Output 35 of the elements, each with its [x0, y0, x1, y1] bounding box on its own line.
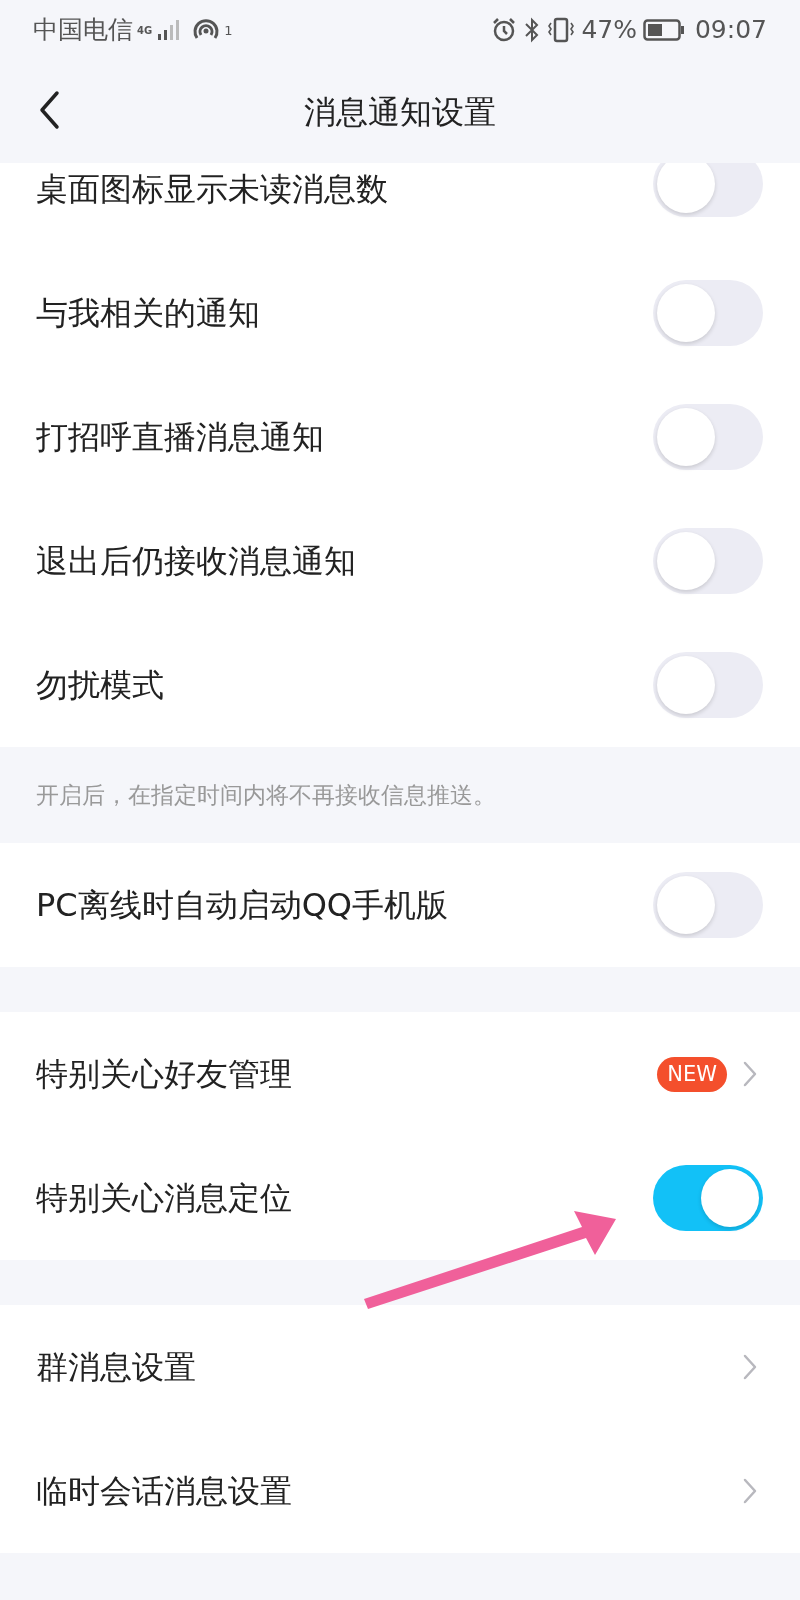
chevron-right-icon — [743, 1061, 757, 1087]
network-type: 4G — [137, 24, 153, 39]
toggle-switch[interactable] — [653, 163, 763, 217]
settings-row[interactable]: 特别关心消息定位 — [0, 1136, 800, 1260]
setting-label: 打招呼直播消息通知 — [36, 417, 324, 457]
back-icon[interactable] — [38, 90, 60, 130]
settings-row[interactable]: 特别关心好友管理 NEW — [0, 1012, 800, 1136]
carrier-name: 中国电信 — [33, 14, 133, 47]
note-text: 开启后，在指定时间内将不再接收信息推送。 — [36, 780, 496, 810]
settings-row[interactable]: PC离线时自动启动QQ手机版 — [0, 843, 800, 967]
settings-row[interactable]: 桌面图标显示未读消息数 — [0, 163, 800, 251]
settings-row[interactable]: 临时会话消息设置 — [0, 1429, 800, 1553]
chevron-right-icon — [743, 1354, 757, 1380]
new-badge: NEW — [657, 1056, 727, 1092]
settings-row[interactable]: 打招呼直播消息通知 — [0, 375, 800, 499]
setting-label: 特别关心消息定位 — [36, 1178, 292, 1218]
battery-percent: 47% — [581, 14, 637, 47]
battery-icon — [642, 18, 685, 42]
settings-row[interactable]: 退出后仍接收消息通知 — [0, 499, 800, 623]
setting-label: PC离线时自动启动QQ手机版 — [36, 885, 448, 925]
page-title: 消息通知设置 — [304, 91, 496, 133]
vibrate-icon — [547, 17, 576, 43]
setting-label: 勿扰模式 — [36, 665, 164, 705]
setting-label: 与我相关的通知 — [36, 293, 260, 333]
hotspot-count: 1 — [224, 22, 233, 41]
setting-label: 桌面图标显示未读消息数 — [36, 169, 388, 209]
chevron-right-icon — [743, 1478, 757, 1504]
clock-time: 09:07 — [694, 14, 767, 47]
setting-label: 特别关心好友管理 — [36, 1054, 292, 1094]
setting-label: 临时会话消息设置 — [36, 1471, 292, 1511]
settings-row[interactable]: 与我相关的通知 — [0, 251, 800, 375]
setting-label: 退出后仍接收消息通知 — [36, 541, 356, 581]
settings-row[interactable]: 群消息设置 — [0, 1305, 800, 1429]
setting-label: 群消息设置 — [36, 1347, 196, 1387]
settings-row[interactable]: 勿扰模式 — [0, 623, 800, 747]
